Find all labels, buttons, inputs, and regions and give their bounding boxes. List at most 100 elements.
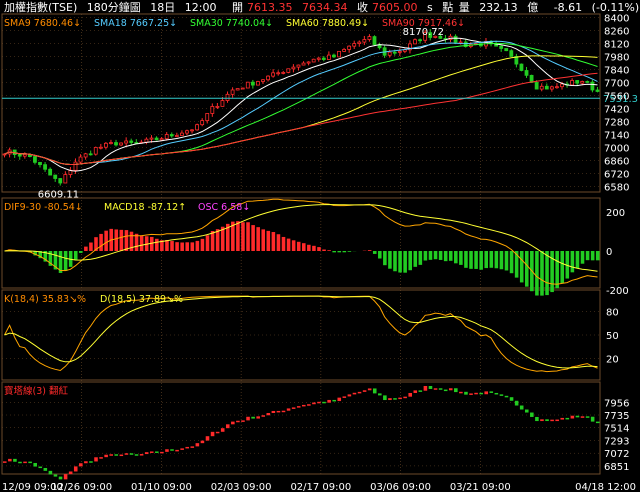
- tower-bar: [276, 410, 281, 413]
- osc-bar: [89, 242, 93, 251]
- tower-bar: [225, 424, 230, 429]
- osc-bar: [524, 251, 529, 287]
- tower-bar: [484, 391, 489, 395]
- osc-bar: [438, 251, 443, 260]
- tower-bar: [210, 431, 215, 437]
- tower-bar: [38, 466, 43, 469]
- tower-bar: [479, 392, 483, 395]
- osc-bar: [423, 251, 428, 261]
- osc-bar: [139, 235, 144, 251]
- tower-bar: [448, 388, 453, 391]
- tower-bar: [383, 395, 387, 401]
- tower-bar: [565, 417, 570, 420]
- tower-bar: [165, 449, 169, 452]
- open-label: 開: [231, 1, 243, 14]
- stock-chart[interactable]: 7531.38170.726609.11SMA9 7680.46↓ SMA18 7…: [0, 0, 640, 492]
- tower-bar: [550, 419, 554, 422]
- tower-bar: [514, 400, 519, 406]
- tower-bar: [322, 401, 326, 404]
- tower-tick-label: 7735: [604, 411, 629, 422]
- macd-tick-label: 0: [606, 247, 612, 258]
- osc-bar: [367, 250, 372, 251]
- tower-bar: [418, 390, 423, 392]
- price-tick-label: 8400: [604, 14, 629, 25]
- tower-bar: [94, 457, 98, 462]
- tower-bar: [33, 462, 37, 467]
- osc-bar: [79, 251, 83, 253]
- tower-bar: [144, 452, 149, 455]
- osc-bar: [570, 251, 575, 273]
- candle: [235, 88, 240, 91]
- osc-bar: [545, 251, 549, 296]
- tower-bar: [312, 402, 316, 405]
- osc-bar: [540, 251, 544, 296]
- osc-bar: [464, 251, 468, 268]
- candle: [519, 63, 524, 72]
- tower-bar: [469, 393, 473, 395]
- tower-bar: [155, 451, 159, 453]
- osc-bar: [393, 251, 397, 272]
- tower-bar: [104, 454, 108, 458]
- osc-bar: [479, 251, 483, 270]
- tower-bar: [79, 463, 83, 467]
- tower-bar: [443, 389, 448, 392]
- tower-bar: [347, 394, 352, 397]
- macd-legend-dif9-30: DIF9-30 -80.54↓: [4, 202, 83, 213]
- osc-bar: [149, 236, 154, 251]
- osc-bar: [494, 251, 499, 269]
- osc-bar: [205, 235, 210, 251]
- osc-bar: [185, 242, 190, 251]
- tower-bar: [362, 390, 367, 392]
- ma-legend-sma30: SMA30 7740.04↓: [190, 18, 273, 29]
- price-tick-label: 7700: [604, 79, 629, 90]
- osc-bar: [504, 251, 509, 271]
- kd-tick-label: 50: [606, 331, 619, 342]
- candle: [286, 68, 291, 74]
- osc-bar: [372, 251, 377, 254]
- osc-bar: [170, 241, 174, 251]
- tower-bar: [134, 454, 139, 456]
- tower-bar: [114, 454, 119, 456]
- osc-bar: [575, 251, 580, 269]
- tower-bar: [180, 448, 184, 450]
- tower-bar: [89, 461, 93, 463]
- tower-bar: [519, 405, 524, 410]
- vol-label-a: 點: [442, 1, 454, 14]
- osc-bar: [155, 238, 159, 251]
- tower-bar: [307, 404, 311, 406]
- price-tick-label: 6720: [604, 169, 629, 180]
- tower-bar: [251, 416, 255, 419]
- x-axis-label: 12/26 09:00: [51, 482, 112, 492]
- ma-legend-sma9: SMA9 7680.46↓: [4, 18, 81, 29]
- macd-tick-label: -200: [606, 286, 629, 297]
- tower-bar: [302, 404, 306, 407]
- price-tick-label: 7000: [604, 144, 629, 155]
- tower-bar: [119, 454, 124, 457]
- tower-bar: [580, 416, 585, 418]
- osc-bar: [474, 251, 478, 269]
- price-tick-label: 7560: [604, 92, 629, 103]
- price-tick-label: 7280: [604, 118, 629, 129]
- price-tick-label: 6860: [604, 156, 629, 167]
- tower-tick-label: 7514: [604, 424, 629, 435]
- tower-bar: [175, 449, 179, 452]
- tower-bar: [337, 397, 342, 402]
- tower-bar: [271, 410, 276, 414]
- osc-bar: [124, 230, 129, 251]
- osc-bar: [180, 242, 184, 251]
- osc-bar: [200, 238, 205, 251]
- tower-bar: [423, 385, 428, 391]
- tower-tick-label: 7293: [604, 436, 629, 447]
- osc-bar: [580, 251, 585, 264]
- tower-bar: [454, 388, 458, 393]
- tower-bar: [13, 458, 17, 462]
- tower-tick-label: 7072: [604, 449, 629, 460]
- tower-bar: [388, 398, 392, 401]
- candle: [195, 123, 200, 131]
- osc-bar: [114, 229, 119, 251]
- osc-bar: [585, 251, 590, 261]
- tower-bar: [296, 406, 301, 408]
- tower-bar: [220, 428, 225, 432]
- change-value: -8.61 (-0.11%): [553, 1, 640, 14]
- candle: [245, 81, 250, 89]
